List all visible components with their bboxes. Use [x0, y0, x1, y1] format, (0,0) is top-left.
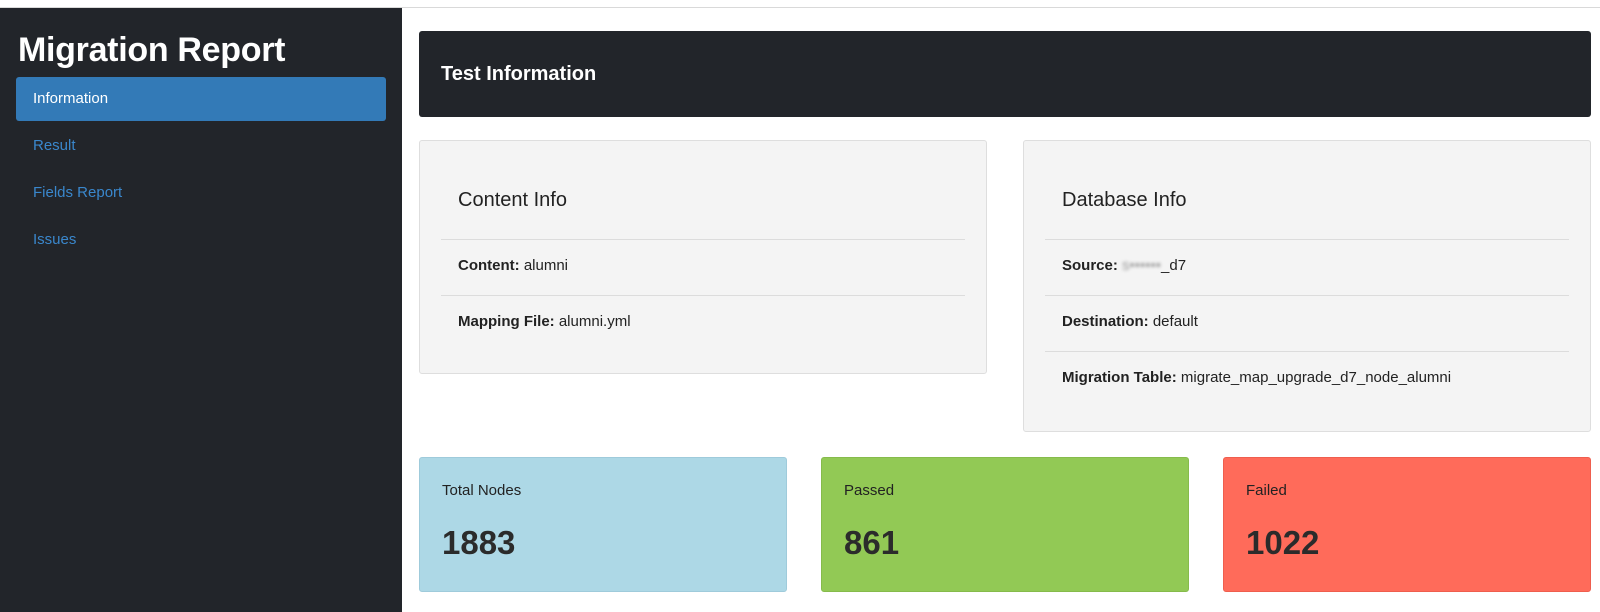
mapping-file-value: alumni.yml: [558, 313, 631, 330]
failed-value: 1022: [1246, 524, 1320, 561]
passed-value: 861: [844, 524, 900, 561]
source-label: Source:: [1062, 257, 1118, 274]
migration-table-label: Migration Table:: [1062, 369, 1177, 386]
database-info-panel: Database Info Source: s••••••_d7 Destina…: [1023, 140, 1591, 432]
source-value-redacted: s••••••: [1122, 257, 1162, 274]
content-label: Content:: [458, 257, 520, 274]
database-info-title: Database Info: [1062, 189, 1187, 211]
mapping-file-row: Mapping File: alumni.yml: [441, 295, 965, 351]
sidebar-item-information[interactable]: Information: [16, 77, 386, 121]
destination-label: Destination:: [1062, 313, 1149, 330]
app-title: Migration Report: [18, 31, 286, 69]
sidebar-nav: Information Result Fields Report Issues: [16, 77, 386, 262]
migration-table-value: migrate_map_upgrade_d7_node_alumni: [1180, 369, 1452, 386]
passed-label: Passed: [844, 482, 895, 499]
total-nodes-card: Total Nodes 1883: [419, 457, 787, 592]
failed-card: Failed 1022: [1223, 457, 1591, 592]
content-row: Content: alumni: [441, 239, 965, 295]
destination-value: default: [1152, 313, 1198, 330]
mapping-file-label: Mapping File:: [458, 313, 555, 330]
failed-label: Failed: [1246, 482, 1287, 499]
total-nodes-label: Total Nodes: [442, 482, 522, 499]
content-info-title: Content Info: [458, 189, 567, 211]
source-row: Source: s••••••_d7: [1045, 239, 1569, 295]
total-nodes-value: 1883: [442, 524, 516, 561]
sidebar-item-fields-report[interactable]: Fields Report: [16, 171, 386, 215]
top-border: [0, 0, 1600, 8]
destination-row: Destination: default: [1045, 295, 1569, 351]
sidebar: Migration Report Information Result Fiel…: [0, 8, 402, 612]
content-info-panel: Content Info Content: alumni Mapping Fil…: [419, 140, 987, 374]
sidebar-item-result[interactable]: Result: [16, 124, 386, 168]
content-value: alumni: [523, 257, 569, 274]
page-title: Test Information: [419, 31, 1591, 117]
passed-card: Passed 861: [821, 457, 1189, 592]
migration-table-row: Migration Table: migrate_map_upgrade_d7_…: [1045, 351, 1569, 407]
source-value-suffix: _d7: [1161, 257, 1187, 274]
sidebar-item-issues[interactable]: Issues: [16, 218, 386, 262]
